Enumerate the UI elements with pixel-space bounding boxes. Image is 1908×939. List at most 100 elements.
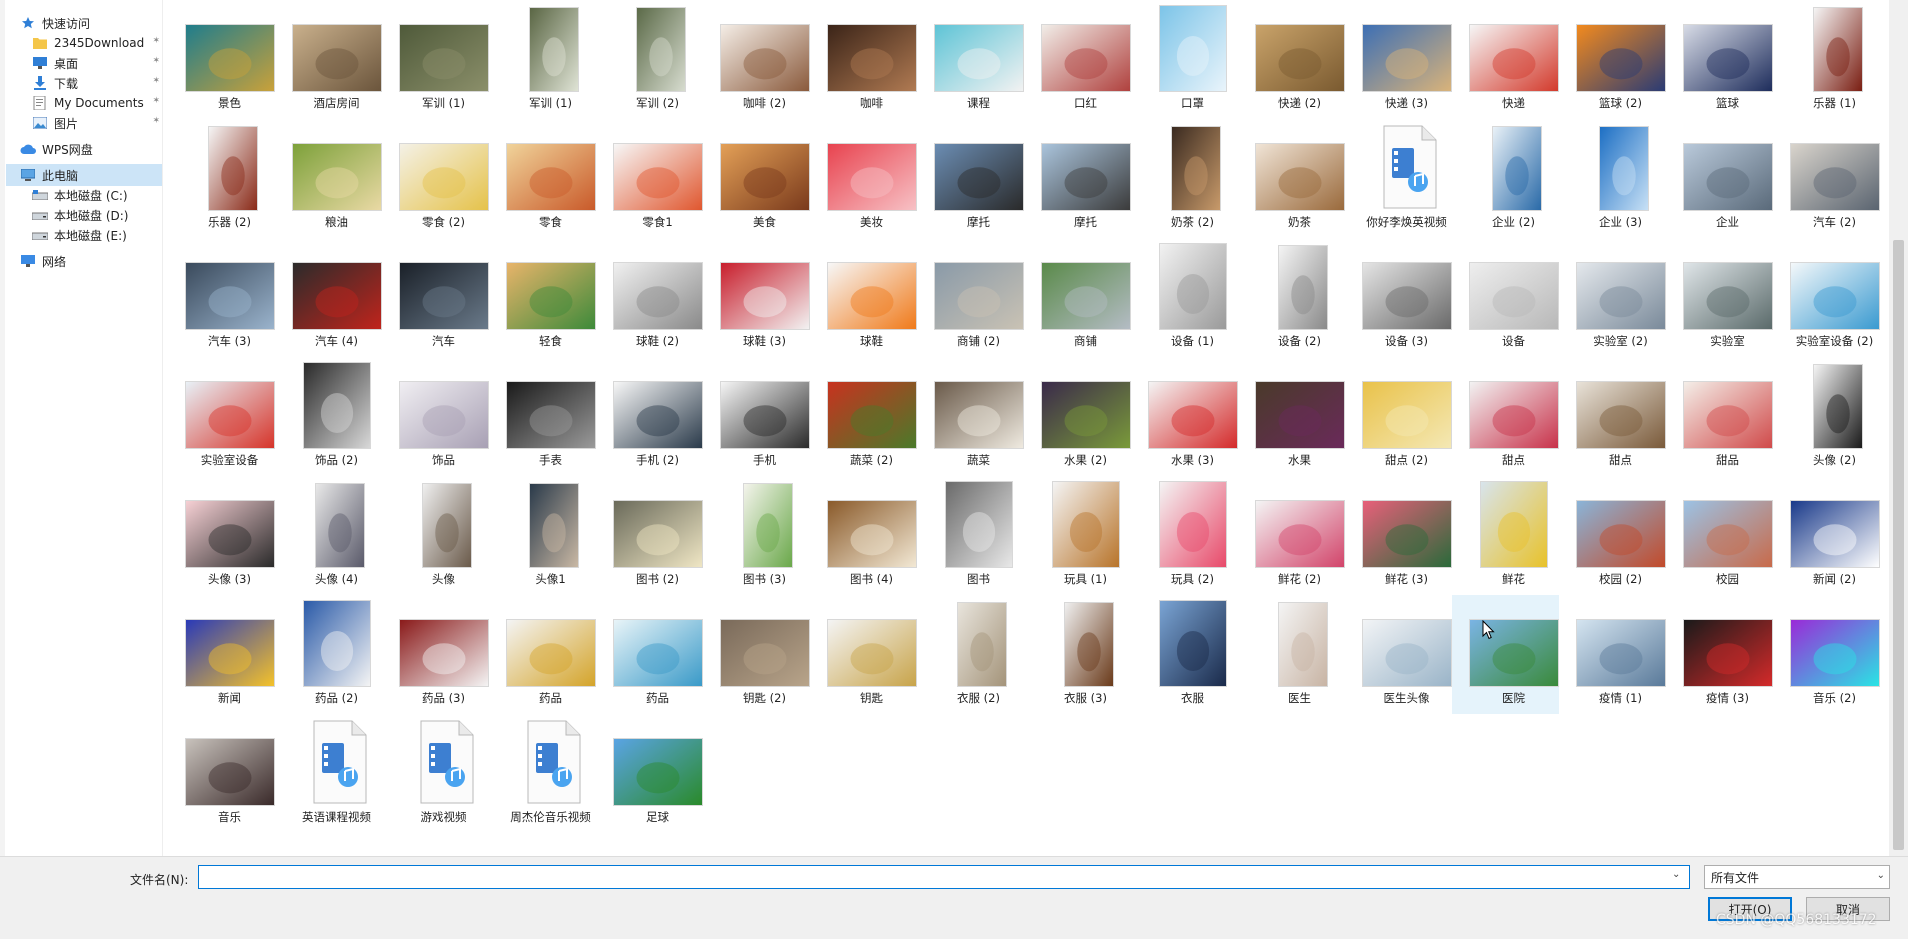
file-item[interactable]: 设备 (2)	[1238, 238, 1345, 357]
file-item[interactable]: 饰品	[382, 357, 489, 476]
file-item[interactable]: 军训 (1)	[382, 0, 489, 119]
file-item[interactable]: 实验室	[1666, 238, 1773, 357]
file-item[interactable]: 汽车 (3)	[168, 238, 275, 357]
file-item[interactable]: 疫情 (1)	[1559, 595, 1666, 714]
file-item[interactable]: 课程	[917, 0, 1024, 119]
file-item[interactable]: 摩托	[1024, 119, 1131, 238]
file-item[interactable]: 医院	[1452, 595, 1559, 714]
file-item[interactable]: 篮球	[1666, 0, 1773, 119]
file-item[interactable]: 衣服 (3)	[1024, 595, 1131, 714]
file-item[interactable]: 足球	[596, 714, 703, 833]
file-item[interactable]: 摩托	[917, 119, 1024, 238]
file-item[interactable]: 衣服	[1131, 595, 1238, 714]
file-item[interactable]: 咖啡	[810, 0, 917, 119]
file-item[interactable]: 美妆	[810, 119, 917, 238]
file-item[interactable]: 饰品 (2)	[275, 357, 382, 476]
file-item[interactable]: 乐器 (2)	[168, 119, 275, 238]
nav-item[interactable]: 本地磁盘 (E:)	[32, 224, 162, 246]
file-item[interactable]: 你好李焕英视频	[1345, 119, 1452, 238]
nav-item[interactable]: WPS网盘	[20, 138, 162, 160]
nav-item[interactable]: 此电脑	[6, 164, 162, 186]
file-item[interactable]: 校园 (2)	[1559, 476, 1666, 595]
file-item[interactable]: 零食1	[596, 119, 703, 238]
nav-item[interactable]: 本地磁盘 (C:)	[32, 184, 162, 206]
file-item[interactable]: 手机	[703, 357, 810, 476]
file-item[interactable]: 粮油	[275, 119, 382, 238]
file-item[interactable]: 周杰伦音乐视频	[489, 714, 596, 833]
file-item[interactable]: 疫情 (3)	[1666, 595, 1773, 714]
file-item[interactable]: 图书 (3)	[703, 476, 810, 595]
file-item[interactable]: 甜点	[1452, 357, 1559, 476]
file-item[interactable]: 实验室设备	[168, 357, 275, 476]
nav-item[interactable]: 本地磁盘 (D:)	[32, 204, 162, 226]
file-item[interactable]: 药品	[596, 595, 703, 714]
file-item[interactable]: 药品 (2)	[275, 595, 382, 714]
nav-item[interactable]: 2345Download ✶	[32, 32, 162, 54]
file-item[interactable]: 奶茶 (2)	[1131, 119, 1238, 238]
file-item[interactable]: 甜点 (2)	[1345, 357, 1452, 476]
nav-item[interactable]: 快速访问	[20, 12, 162, 34]
file-item[interactable]: 药品	[489, 595, 596, 714]
filename-input[interactable]	[198, 865, 1690, 889]
file-item[interactable]: 游戏视频	[382, 714, 489, 833]
file-item[interactable]: 鲜花	[1452, 476, 1559, 595]
file-item[interactable]: 头像 (2)	[1773, 357, 1880, 476]
file-item[interactable]: 新闻	[168, 595, 275, 714]
file-item[interactable]: 图书 (2)	[596, 476, 703, 595]
vertical-scrollbar[interactable]	[1889, 0, 1908, 856]
file-item[interactable]: 水果	[1238, 357, 1345, 476]
nav-item[interactable]: 下载 ✶	[32, 72, 162, 94]
file-item[interactable]: 口罩	[1131, 0, 1238, 119]
file-item[interactable]: 音乐	[168, 714, 275, 833]
file-item[interactable]: 音乐 (2)	[1773, 595, 1880, 714]
file-item[interactable]: 新闻 (2)	[1773, 476, 1880, 595]
file-item[interactable]: 酒店房间	[275, 0, 382, 119]
file-item[interactable]: 轻食	[489, 238, 596, 357]
file-item[interactable]: 头像 (4)	[275, 476, 382, 595]
file-item[interactable]: 零食	[489, 119, 596, 238]
file-item[interactable]: 景色	[168, 0, 275, 119]
file-item[interactable]: 医生头像	[1345, 595, 1452, 714]
file-item[interactable]: 商铺 (2)	[917, 238, 1024, 357]
file-item[interactable]: 图书 (4)	[810, 476, 917, 595]
file-item[interactable]: 水果 (2)	[1024, 357, 1131, 476]
file-item[interactable]: 汽车	[382, 238, 489, 357]
file-item[interactable]: 企业 (3)	[1559, 119, 1666, 238]
file-item[interactable]: 设备 (3)	[1345, 238, 1452, 357]
file-item[interactable]: 乐器 (1)	[1773, 0, 1880, 119]
file-item[interactable]: 军训 (2)	[596, 0, 703, 119]
file-item[interactable]: 头像	[382, 476, 489, 595]
file-item[interactable]: 企业 (2)	[1452, 119, 1559, 238]
filetype-select[interactable]: 所有文件 ⌄	[1704, 865, 1890, 889]
file-item[interactable]: 手表	[489, 357, 596, 476]
file-item[interactable]: 球鞋 (3)	[703, 238, 810, 357]
file-item[interactable]: 钥匙 (2)	[703, 595, 810, 714]
file-item[interactable]: 鲜花 (3)	[1345, 476, 1452, 595]
file-item[interactable]: 零食 (2)	[382, 119, 489, 238]
file-item[interactable]: 实验室设备 (2)	[1773, 238, 1880, 357]
file-item[interactable]: 球鞋 (2)	[596, 238, 703, 357]
file-item[interactable]: 英语课程视频	[275, 714, 382, 833]
file-item[interactable]: 蔬菜	[917, 357, 1024, 476]
file-item[interactable]: 玩具 (1)	[1024, 476, 1131, 595]
file-item[interactable]: 奶茶	[1238, 119, 1345, 238]
nav-item[interactable]: 图片 ✶	[32, 112, 162, 134]
file-item[interactable]: 甜点	[1559, 357, 1666, 476]
file-item[interactable]: 钥匙	[810, 595, 917, 714]
file-item[interactable]: 快递	[1452, 0, 1559, 119]
file-item[interactable]: 药品 (3)	[382, 595, 489, 714]
file-item[interactable]: 口红	[1024, 0, 1131, 119]
file-item[interactable]: 美食	[703, 119, 810, 238]
scrollbar-thumb[interactable]	[1893, 240, 1904, 850]
file-item[interactable]: 蔬菜 (2)	[810, 357, 917, 476]
file-item[interactable]: 汽车 (2)	[1773, 119, 1880, 238]
file-item[interactable]: 快递 (2)	[1238, 0, 1345, 119]
file-item[interactable]: 头像1	[489, 476, 596, 595]
file-item[interactable]: 设备 (1)	[1131, 238, 1238, 357]
file-item[interactable]: 鲜花 (2)	[1238, 476, 1345, 595]
file-item[interactable]: 设备	[1452, 238, 1559, 357]
file-item[interactable]: 手机 (2)	[596, 357, 703, 476]
file-item[interactable]: 图书	[917, 476, 1024, 595]
nav-item[interactable]: 桌面 ✶	[32, 52, 162, 74]
file-item[interactable]: 企业	[1666, 119, 1773, 238]
